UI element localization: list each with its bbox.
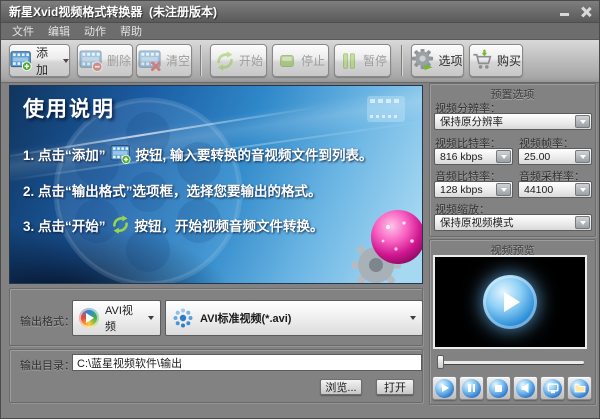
stop-square-icon [280,54,294,67]
film-strip-art [367,96,405,122]
chevron-down-icon [496,183,511,196]
pause-button[interactable]: 暂停 [334,44,391,77]
audio-bitrate-select[interactable]: 128 kbps [434,181,513,198]
pause-bars-icon [343,52,355,69]
seek-slider-thumb[interactable] [437,355,444,369]
preview-open-file-button[interactable] [567,376,592,400]
menu-help[interactable]: 帮助 [113,22,149,40]
chevron-down-icon [575,150,590,163]
browse-button-label: 浏览... [325,382,357,394]
film-add-icon [110,145,131,164]
start-button-label: 开始 [238,54,263,68]
remove-button-label: 删除 [106,54,131,68]
preview-snapshot-button[interactable] [540,376,565,400]
format-profile-select[interactable]: AVI标准视频(*.avi) [165,300,423,336]
output-directory-group: 输出目录： 浏览... 打开 [9,349,423,403]
title-bar[interactable]: 新星Xvid视频格式转换器 (未注册版本) [1,1,599,23]
framerate-select[interactable]: 25.00 [518,148,592,165]
chevron-down-icon [575,183,590,196]
instruction-step-3: 3. 点击“开始” 按钮，开始视频音频文件转换。 [23,214,324,235]
chevron-down-icon [496,150,511,163]
menu-bar: 文件 编辑 动作 帮助 [1,23,599,40]
film-add-icon [10,51,32,72]
buy-button-label: 购买 [496,54,521,68]
clear-button-label: 清空 [165,54,190,68]
add-button[interactable]: 添加 [9,44,70,77]
speaker-icon [516,378,535,398]
video-bitrate-select[interactable]: 816 kbps [434,148,513,165]
resolution-select[interactable]: 保持原分辨率 [434,113,592,130]
window-title: 新星Xvid视频格式转换器 (未注册版本) [9,5,218,19]
minimize-icon [560,13,569,16]
output-directory-label: 输出目录： [20,360,75,372]
add-button-label: 添加 [35,45,48,77]
chevron-down-icon [410,316,416,320]
camera-icon [543,378,562,398]
convert-arrows-icon [217,50,233,71]
toolbar-separator [401,45,403,76]
preview-group: 视频预览 [429,239,596,405]
shopping-cart-icon [473,49,492,69]
blue-dots-icon [173,308,193,328]
output-directory-input[interactable] [72,354,422,371]
menu-action[interactable]: 动作 [77,22,113,40]
chevron-down-icon [148,316,154,320]
video-preview-screen[interactable] [433,255,587,349]
seek-slider[interactable] [438,361,584,364]
pause-button-label: 暂停 [362,54,387,68]
format-profile-value: AVI标准视频(*.avi) [200,313,292,325]
output-format-group: 输出格式： AVI视频 AVI标准视频(*.avi) [9,288,423,346]
instruction-step-1: 1. 点击“添加” 按钮, 输入要转换的音视频文件到列表。 [23,144,373,164]
play-icon [435,378,454,398]
play-orb-icon [483,275,537,329]
chevron-down-icon [63,58,69,63]
close-icon [581,7,591,17]
film-remove-icon [79,50,103,72]
clear-button[interactable]: 清空 [136,44,192,77]
open-button[interactable]: 打开 [376,379,414,395]
sphere-gear-art [352,210,422,283]
chevron-down-icon [575,216,590,229]
close-button[interactable] [581,7,591,17]
convert-arrows-icon [112,215,128,234]
instructions-banner: 使用说明 1. 点击“添加” 按钮, 输入要转换的音视频文件到列表。 2. 点击… [9,85,423,284]
format-container-value: AVI视频 [105,305,133,333]
menu-edit[interactable]: 编辑 [41,22,77,40]
folder-icon [570,378,589,398]
output-format-label: 输出格式： [20,316,75,328]
app-window: 新星Xvid视频格式转换器 (未注册版本) 文件 编辑 动作 帮助 添加 删除 … [0,0,600,419]
stop-button-label: 停止 [300,54,325,68]
presets-group: 预置选项 视频分辨率： 保持原分辨率 视频比特率： 视频帧率： 816 kbps… [429,83,596,237]
instruction-step-2: 2. 点击“输出格式”选项框，选择您要输出的格式。 [23,184,322,199]
preview-pause-button[interactable] [459,376,484,400]
samplerate-select[interactable]: 44100 [518,181,592,198]
toolbar: 添加 删除 清空 开始 停止 暂停 选项 购买 [1,40,599,83]
format-container-select[interactable]: AVI视频 [72,300,161,336]
pause-icon [462,378,481,398]
gear-icon [412,49,434,71]
stop-icon [489,378,508,398]
options-button[interactable]: 选项 [411,44,464,77]
menu-file[interactable]: 文件 [5,22,41,40]
start-button[interactable]: 开始 [210,44,267,77]
minimize-button[interactable] [560,7,569,16]
banner-title: 使用说明 [23,98,115,121]
chevron-down-icon [575,115,590,128]
film-clear-icon [138,50,161,72]
options-button-label: 选项 [438,54,463,68]
preview-play-button[interactable] [432,376,457,400]
video-scale-select[interactable]: 保持原视频模式 [434,214,592,231]
buy-button[interactable]: 购买 [469,44,523,77]
media-player-icon [79,308,99,328]
preview-volume-button[interactable] [513,376,538,400]
open-button-label: 打开 [384,382,406,394]
browse-button[interactable]: 浏览... [320,379,362,395]
preview-stop-button[interactable] [486,376,511,400]
remove-button[interactable]: 删除 [77,44,133,77]
stop-button[interactable]: 停止 [272,44,329,77]
toolbar-separator [200,45,202,76]
